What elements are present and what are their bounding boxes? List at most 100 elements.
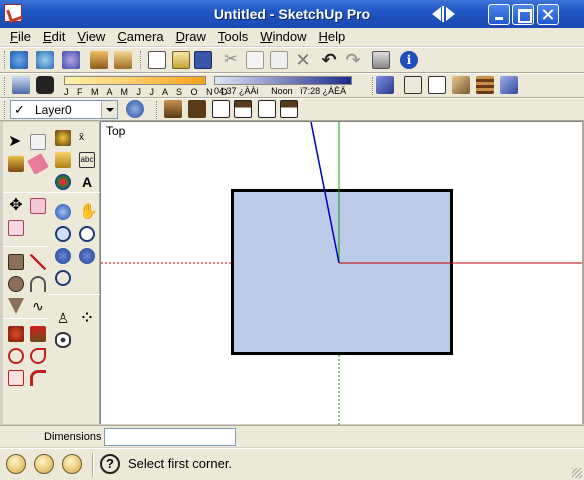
paint-bucket-tool[interactable]	[6, 154, 26, 174]
save-button[interactable]	[194, 51, 214, 71]
close-button[interactable]	[537, 4, 559, 25]
resize-grip[interactable]	[572, 468, 582, 478]
make-component-tool[interactable]	[28, 132, 48, 152]
pan-tool[interactable]: ✋	[77, 202, 98, 222]
menu-tools[interactable]: Tools	[212, 29, 254, 45]
get-photo-texture-button[interactable]	[90, 51, 110, 71]
shaded-button[interactable]	[452, 76, 472, 96]
cut-button[interactable]: ✂	[222, 51, 242, 71]
model-info-button[interactable]: i	[400, 51, 420, 71]
measurements-input[interactable]	[104, 428, 236, 446]
minimize-button[interactable]	[488, 4, 510, 25]
toolbar-grip[interactable]	[4, 51, 7, 69]
geo-location-icon[interactable]	[6, 454, 26, 474]
redo-button[interactable]: ↷	[344, 51, 364, 71]
view-left-button[interactable]	[280, 100, 300, 120]
menu-help[interactable]: Help	[313, 29, 352, 45]
toolbar-grip[interactable]	[156, 101, 159, 119]
toolbar-grip[interactable]	[140, 51, 143, 69]
move-tool[interactable]: ✥	[6, 196, 26, 216]
display-shadows-button[interactable]	[36, 76, 56, 96]
rectangle-tool[interactable]	[6, 252, 26, 272]
component-button[interactable]	[114, 51, 134, 71]
view-front-button[interactable]	[212, 100, 232, 120]
select-tool[interactable]: ➤	[6, 132, 26, 152]
dimension-tool[interactable]: x̄	[77, 128, 97, 148]
zoom-extents-tool[interactable]	[53, 268, 73, 288]
arc-tool[interactable]	[28, 274, 48, 294]
user-account-icon[interactable]	[62, 454, 82, 474]
print-button[interactable]	[372, 51, 392, 71]
drawing-viewport[interactable]: Top	[100, 121, 583, 425]
push-pull-tool[interactable]	[28, 196, 48, 216]
3d-text-tool[interactable]: A	[77, 172, 97, 192]
toolbar-grip[interactable]	[372, 77, 375, 95]
look-around-tool[interactable]	[53, 330, 73, 350]
orbit-tool[interactable]	[53, 202, 73, 222]
polygon-tool[interactable]	[6, 296, 26, 316]
layer-manager-button[interactable]	[126, 100, 146, 120]
zoom-window-tool[interactable]	[77, 224, 97, 244]
next-view-tool[interactable]	[77, 246, 97, 266]
share-component-button[interactable]	[62, 51, 82, 71]
maximize-button[interactable]	[512, 4, 534, 25]
view-back-button[interactable]	[258, 100, 278, 120]
circle-tool[interactable]	[6, 274, 26, 294]
freehand-tool[interactable]: ∿	[28, 296, 48, 316]
chevron-down-icon[interactable]	[101, 101, 117, 118]
instructor-help-icon[interactable]: ?	[100, 454, 120, 474]
paste-button[interactable]	[270, 51, 290, 71]
new-button[interactable]	[148, 51, 168, 71]
tape-measure-tool[interactable]	[53, 128, 73, 148]
credits-icon[interactable]	[34, 454, 54, 474]
rotate-arrows-icon	[8, 348, 24, 364]
section-plane-tool[interactable]	[28, 368, 48, 388]
walk-tool[interactable]: ⁘	[77, 308, 97, 328]
view-top-button[interactable]	[188, 100, 208, 120]
view-iso-button[interactable]	[164, 100, 184, 120]
open-button[interactable]	[172, 51, 192, 71]
menu-view[interactable]: View	[71, 29, 111, 45]
erase-button[interactable]: ✕	[294, 51, 314, 71]
shaded-textures-button[interactable]	[476, 76, 496, 96]
previous-view-tool[interactable]	[53, 246, 73, 266]
nav-right-arrow-icon[interactable]	[446, 7, 455, 21]
rotate-tool[interactable]	[6, 218, 26, 238]
position-camera-tool[interactable]: ♙	[53, 308, 73, 328]
menu-window[interactable]: Window	[254, 29, 312, 45]
dimension-icon: x̄	[79, 132, 84, 143]
nav-left-arrow-icon[interactable]	[432, 7, 441, 21]
toolbar-grip[interactable]	[4, 101, 7, 119]
xray-button[interactable]	[376, 76, 396, 96]
text-tool[interactable]: abc	[77, 150, 97, 170]
offset-tool[interactable]	[28, 324, 48, 344]
sketchup-app-icon[interactable]	[4, 4, 22, 22]
menu-draw[interactable]: Draw	[170, 29, 212, 45]
menu-edit[interactable]: Edit	[37, 29, 71, 45]
menu-camera[interactable]: Camera	[111, 29, 169, 45]
monochrome-button[interactable]	[500, 76, 520, 96]
follow-me-tool[interactable]	[6, 324, 26, 344]
axes-tool[interactable]	[53, 172, 73, 192]
rotate-3d-tool[interactable]	[6, 346, 26, 366]
scale-tool[interactable]	[6, 368, 26, 388]
copy-button[interactable]	[246, 51, 266, 71]
shadow-date-slider[interactable]	[64, 76, 206, 85]
palette-divider	[3, 192, 100, 193]
toolbar-grip[interactable]	[4, 77, 7, 95]
share-model-button[interactable]	[36, 51, 56, 71]
wireframe-button[interactable]	[404, 76, 424, 96]
line-tool[interactable]	[28, 252, 48, 272]
protractor-tool[interactable]	[53, 150, 73, 170]
view-right-button[interactable]	[234, 100, 254, 120]
get-models-button[interactable]	[10, 51, 30, 71]
intersect-tool[interactable]	[28, 346, 48, 366]
menu-file[interactable]: File	[4, 29, 37, 45]
zoom-tool[interactable]	[53, 224, 73, 244]
shadow-time-slider[interactable]	[214, 76, 352, 85]
undo-button[interactable]: ↶	[320, 51, 340, 71]
eraser-tool[interactable]	[27, 153, 49, 175]
hidden-line-button[interactable]	[428, 76, 448, 96]
shadow-settings-button[interactable]	[12, 76, 32, 96]
layer-dropdown[interactable]: ✓ Layer0	[10, 100, 118, 119]
